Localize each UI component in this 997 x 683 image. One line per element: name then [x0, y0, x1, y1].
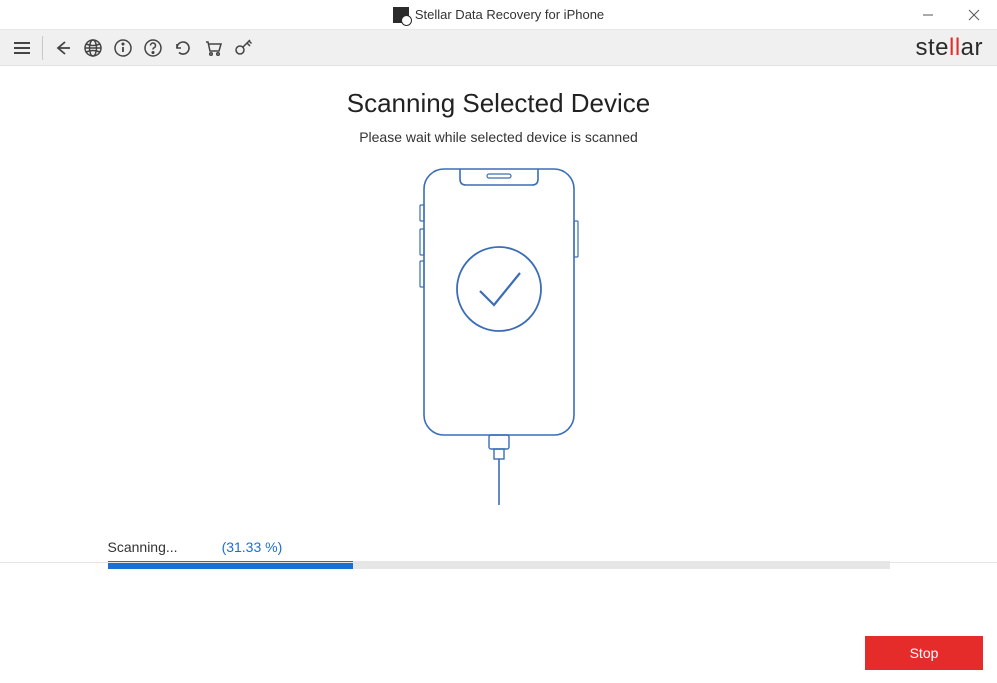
globe-icon[interactable]: [79, 34, 107, 62]
brand-text-post: ar: [961, 34, 983, 61]
window-title: Stellar Data Recovery for iPhone: [415, 7, 604, 22]
window-controls: [905, 0, 997, 29]
cart-icon[interactable]: [199, 34, 227, 62]
minimize-button[interactable]: [905, 0, 951, 30]
title-bar-center: Stellar Data Recovery for iPhone: [393, 7, 604, 23]
key-icon[interactable]: [229, 34, 257, 62]
menu-icon[interactable]: [8, 34, 36, 62]
stop-button[interactable]: Stop: [865, 636, 983, 670]
brand-text-l1: l: [949, 34, 955, 62]
page-subtitle: Please wait while selected device is sca…: [359, 129, 638, 145]
scan-status-row: Scanning... (31.33 %): [108, 539, 890, 555]
phone-illustration: [414, 165, 584, 505]
app-icon: [393, 7, 409, 23]
help-icon[interactable]: [139, 34, 167, 62]
phone-icon: [414, 165, 584, 505]
title-bar: Stellar Data Recovery for iPhone: [0, 0, 997, 30]
stop-button-label: Stop: [910, 645, 939, 661]
page-title: Scanning Selected Device: [347, 88, 651, 119]
close-button[interactable]: [951, 0, 997, 30]
toolbar-separator: [42, 36, 43, 60]
footer-divider: [0, 562, 997, 563]
footer: Stop: [0, 623, 997, 683]
brand-logo: stellar: [915, 34, 983, 62]
refresh-icon[interactable]: [169, 34, 197, 62]
toolbar: stellar: [0, 30, 997, 66]
back-icon[interactable]: [49, 34, 77, 62]
info-icon[interactable]: [109, 34, 137, 62]
main-content: Scanning Selected Device Please wait whi…: [0, 66, 997, 623]
brand-text-pre: ste: [915, 34, 949, 61]
scan-status-label: Scanning...: [108, 539, 178, 555]
scan-percent: (31.33 %): [222, 539, 283, 555]
